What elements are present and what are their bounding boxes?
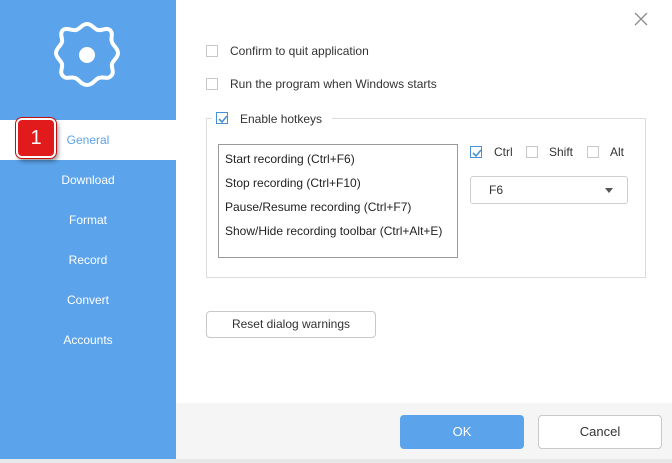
chevron-down-icon (605, 188, 613, 193)
annotation-badge: 1 (16, 118, 56, 158)
run-at-startup-checkbox[interactable] (206, 78, 218, 90)
reset-dialog-warnings-button[interactable]: Reset dialog warnings (206, 311, 376, 338)
hotkey-key-select[interactable]: F6 (470, 176, 628, 204)
sidebar-item-accounts[interactable]: Accounts (0, 320, 176, 360)
alt-label: Alt (610, 145, 625, 159)
ctrl-checkbox[interactable] (470, 146, 482, 158)
gear-icon (54, 22, 120, 87)
list-item[interactable]: Show/Hide recording toolbar (Ctrl+Alt+E) (225, 224, 442, 238)
hotkey-list[interactable]: Start recording (Ctrl+F6) Stop recording… (218, 144, 458, 258)
sidebar-item-convert[interactable]: Convert (0, 280, 176, 320)
confirm-quit-checkbox[interactable] (206, 45, 218, 57)
enable-hotkeys-label: Enable hotkeys (240, 112, 323, 126)
checkmark-icon (472, 149, 482, 158)
alt-checkbox[interactable] (587, 146, 599, 158)
list-item[interactable]: Pause/Resume recording (Ctrl+F7) (225, 200, 411, 214)
sidebar-item-download[interactable]: Download (0, 160, 176, 200)
hotkey-key-value: F6 (489, 183, 504, 197)
list-item[interactable]: Start recording (Ctrl+F6) (225, 152, 355, 166)
list-item[interactable]: Stop recording (Ctrl+F10) (225, 176, 361, 190)
ctrl-label: Ctrl (494, 145, 513, 159)
enable-hotkeys-checkbox[interactable] (216, 112, 228, 124)
ok-button[interactable]: OK (400, 415, 524, 449)
sidebar-item-record[interactable]: Record (0, 240, 176, 280)
sidebar: General Download Format Record Convert A… (0, 0, 176, 459)
run-at-startup-label: Run the program when Windows starts (230, 77, 437, 91)
cancel-button[interactable]: Cancel (538, 415, 662, 449)
window-bottom-edge (0, 459, 672, 463)
checkmark-icon (218, 115, 228, 124)
close-icon[interactable] (634, 12, 648, 26)
shift-label: Shift (549, 145, 574, 159)
shift-checkbox[interactable] (526, 146, 538, 158)
confirm-quit-label: Confirm to quit application (230, 44, 369, 58)
sidebar-item-format[interactable]: Format (0, 200, 176, 240)
